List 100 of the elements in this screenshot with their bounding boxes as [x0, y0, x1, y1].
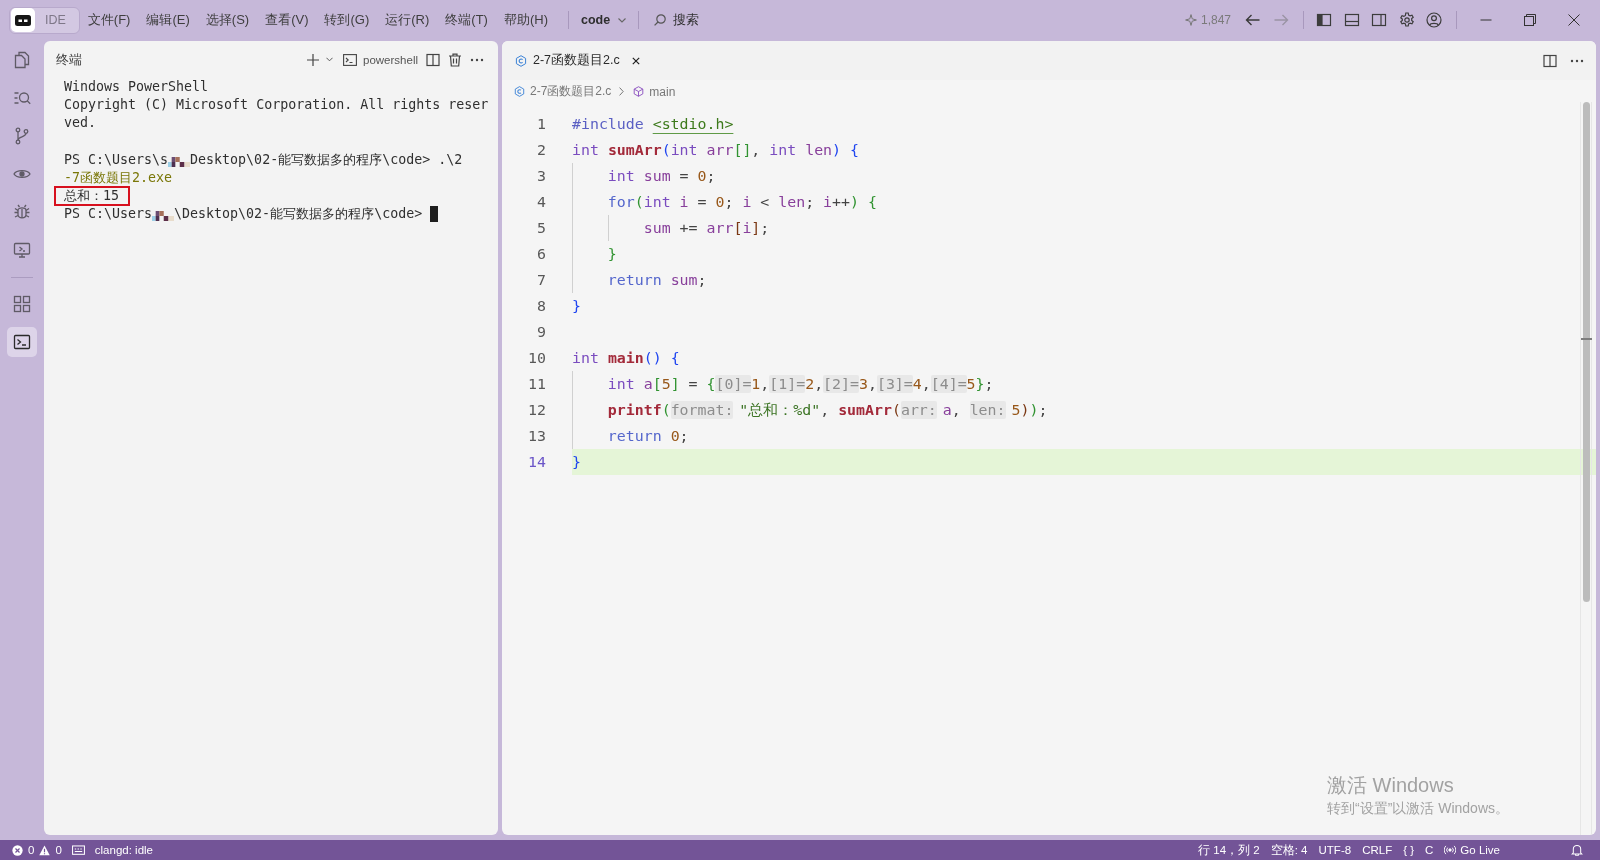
menu-item[interactable]: 编辑(E): [138, 7, 198, 33]
code-line: int sum = 0;: [607, 165, 716, 187]
more-icon[interactable]: [1570, 58, 1584, 63]
code-line: int sumArr(int arr[], int len) {: [572, 139, 859, 161]
line-ending-status[interactable]: CRLF: [1362, 844, 1393, 856]
close-icon[interactable]: [631, 56, 640, 65]
breadcrumb-item[interactable]: 2-7函数题目2.c: [530, 83, 612, 100]
encoding-status[interactable]: UTF-8: [1318, 844, 1352, 856]
editor-tab[interactable]: 2-7函数题目2.c: [515, 45, 640, 76]
screen-icon[interactable]: [71, 844, 85, 856]
workspace-dropdown[interactable]: code: [580, 13, 627, 27]
language-status[interactable]: { }: [1403, 844, 1415, 856]
restore-icon[interactable]: [1524, 14, 1536, 26]
c-file-icon: [515, 54, 527, 67]
more-icon[interactable]: [470, 57, 484, 62]
close-icon[interactable]: [1568, 14, 1580, 26]
menu-item[interactable]: 帮助(H): [495, 7, 556, 33]
menu-item[interactable]: 终端(T): [437, 7, 496, 33]
redacted-block: [168, 156, 191, 167]
line-number: 5: [536, 217, 546, 239]
language-mode[interactable]: C: [1425, 844, 1434, 856]
line-number: 6: [536, 243, 546, 265]
monitor-icon[interactable]: [13, 241, 31, 259]
line-number: 4: [536, 191, 546, 213]
search-icon[interactable]: [13, 89, 31, 107]
terminal-text: Desktop\02-能写数据多的程序\code> .\2: [190, 150, 463, 169]
line-number: 13: [527, 425, 546, 447]
warning-count: 0: [55, 844, 62, 856]
terminal-text: PS C:\Users: [64, 205, 153, 224]
panel-bottom-icon[interactable]: [1343, 12, 1360, 28]
code-line: }: [607, 243, 617, 265]
terminal-text: PS C:\Users\s: [64, 150, 169, 169]
indentation-status[interactable]: 空格: 4: [1270, 842, 1308, 858]
code-line: int a[5] = {[0]=1,[1]=2,[2]=3,[3]=4,[4]=5};: [607, 373, 994, 395]
terminal-text: Windows PowerShell: [64, 78, 209, 96]
files-icon[interactable]: [13, 51, 31, 69]
broadcast-icon: [1444, 844, 1457, 856]
terminal-text: \Desktop\02-能写数据多的程序\code>: [174, 205, 424, 224]
search-icon: [654, 14, 667, 26]
sidebar-right-icon[interactable]: [1371, 12, 1387, 28]
line-number: 12: [527, 399, 546, 421]
sparkle-icon: [1184, 14, 1197, 26]
code-line: sum += arr[i];: [643, 217, 770, 239]
line-number: 7: [536, 269, 546, 291]
terminal-text: 总和：15: [64, 187, 119, 206]
menu-item[interactable]: 运行(R): [377, 7, 438, 33]
warning-icon: [39, 844, 51, 856]
search-button[interactable]: 搜索: [654, 11, 700, 29]
activation-notice-title: 激活 Windows: [1327, 773, 1455, 798]
code-line: int main() {: [572, 347, 680, 369]
c-file-icon: [514, 86, 525, 97]
cube-icon: [633, 86, 645, 97]
scrollbar-thumb[interactable]: [1583, 102, 1590, 602]
redacted-block: [152, 211, 175, 222]
split-icon[interactable]: [426, 52, 440, 67]
terminal-icon[interactable]: [7, 327, 37, 357]
terminal-text: Copyright (C) Microsoft Corporation. All rights reser: [64, 96, 489, 115]
code-line: for(int i = 0; i < len; i++) {: [607, 191, 877, 213]
line-number: 8: [536, 295, 546, 317]
caret-icon: [618, 17, 627, 23]
app-logo-icon: [11, 8, 35, 32]
line-number: 11: [527, 373, 546, 395]
activation-notice-text: 转到“设置”以激活 Windows。: [1327, 799, 1509, 818]
code-line: return 0;: [607, 425, 689, 447]
code-line: printf(format: "总和：%d", sumArr(arr: a, len: 5));: [607, 399, 1048, 421]
language-server-status[interactable]: clangd: idle: [94, 844, 153, 856]
branch-icon[interactable]: [13, 127, 31, 145]
terminal-text: ved.: [64, 114, 97, 133]
line-number: 14: [527, 451, 546, 473]
settings-icon[interactable]: [1398, 12, 1415, 28]
line-number: 1: [536, 113, 546, 135]
trash-icon[interactable]: [448, 52, 462, 67]
bell-icon[interactable]: [1571, 844, 1583, 856]
plus-icon[interactable]: [306, 52, 320, 67]
problems-button[interactable]: 0 0: [12, 844, 62, 856]
code-line: }: [572, 295, 581, 317]
shell-button[interactable]: powershell: [343, 52, 418, 67]
arrow-left-icon[interactable]: [1245, 12, 1261, 28]
menu-item[interactable]: 转到(G): [316, 7, 378, 33]
line-number: 10: [527, 347, 546, 369]
grid-icon[interactable]: [13, 295, 31, 313]
menu-item[interactable]: 文件(F): [79, 7, 139, 33]
chevron-icon: [619, 87, 625, 96]
caret-icon[interactable]: [326, 57, 333, 62]
account-icon[interactable]: [1426, 12, 1442, 28]
sidebar-left-icon[interactable]: [1316, 12, 1332, 28]
cursor-position[interactable]: 行 14，列 2: [1198, 842, 1260, 858]
go-live-button[interactable]: Go Live: [1444, 844, 1500, 856]
panel-title: 终端: [56, 50, 82, 69]
line-number: 3: [536, 165, 546, 187]
line-number: 2: [536, 139, 546, 161]
split-icon[interactable]: [1543, 53, 1557, 68]
menu-item[interactable]: 选择(S): [197, 7, 258, 33]
bug-icon[interactable]: [13, 203, 31, 221]
breadcrumb-item[interactable]: main: [649, 84, 676, 99]
terminal-command: -7函数题目2.exe: [64, 168, 173, 187]
error-icon: [12, 844, 23, 856]
line-number: 9: [536, 321, 546, 343]
overview-marker: [1581, 338, 1592, 340]
menu-item[interactable]: 查看(V): [257, 7, 317, 33]
